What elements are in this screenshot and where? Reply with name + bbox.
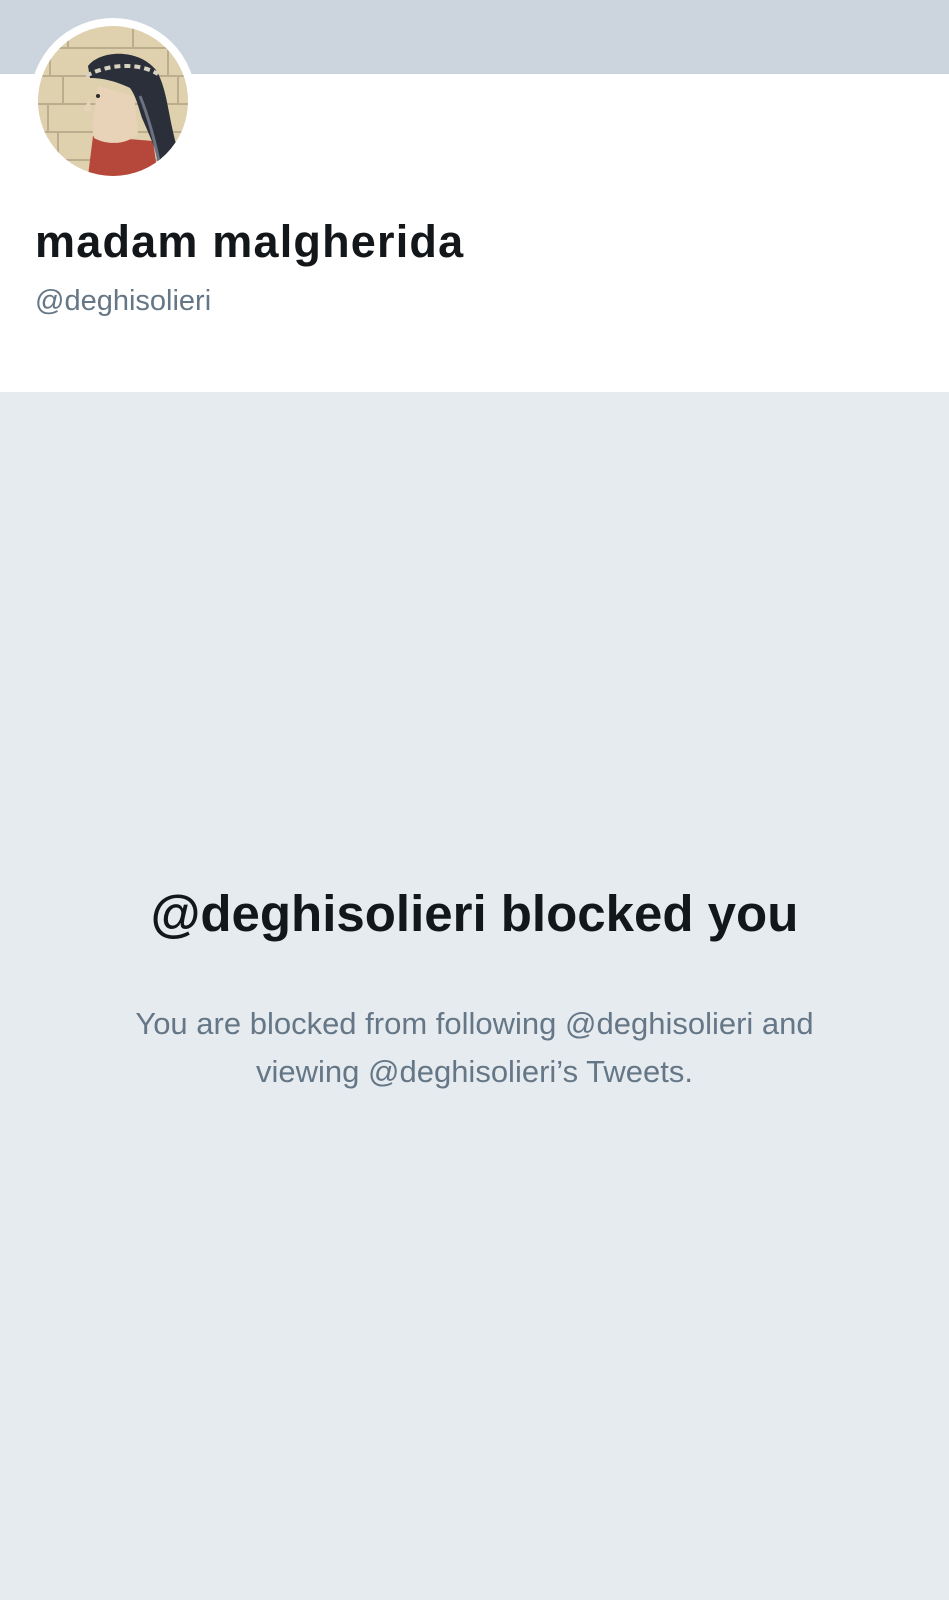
avatar-portrait-icon bbox=[38, 26, 188, 176]
display-name: madam malgherida bbox=[35, 216, 465, 267]
blocked-notice: @deghisolieri blocked you You are blocke… bbox=[0, 392, 949, 1600]
profile-page: madam malgherida @deghisolieri @deghisol… bbox=[0, 0, 949, 1600]
blocked-title: @deghisolieri blocked you bbox=[150, 885, 799, 942]
blocked-message: You are blocked from following @deghisol… bbox=[135, 1006, 814, 1089]
avatar[interactable] bbox=[30, 18, 196, 184]
profile-handle: @deghisolieri bbox=[35, 285, 212, 317]
avatar-image bbox=[38, 26, 188, 176]
